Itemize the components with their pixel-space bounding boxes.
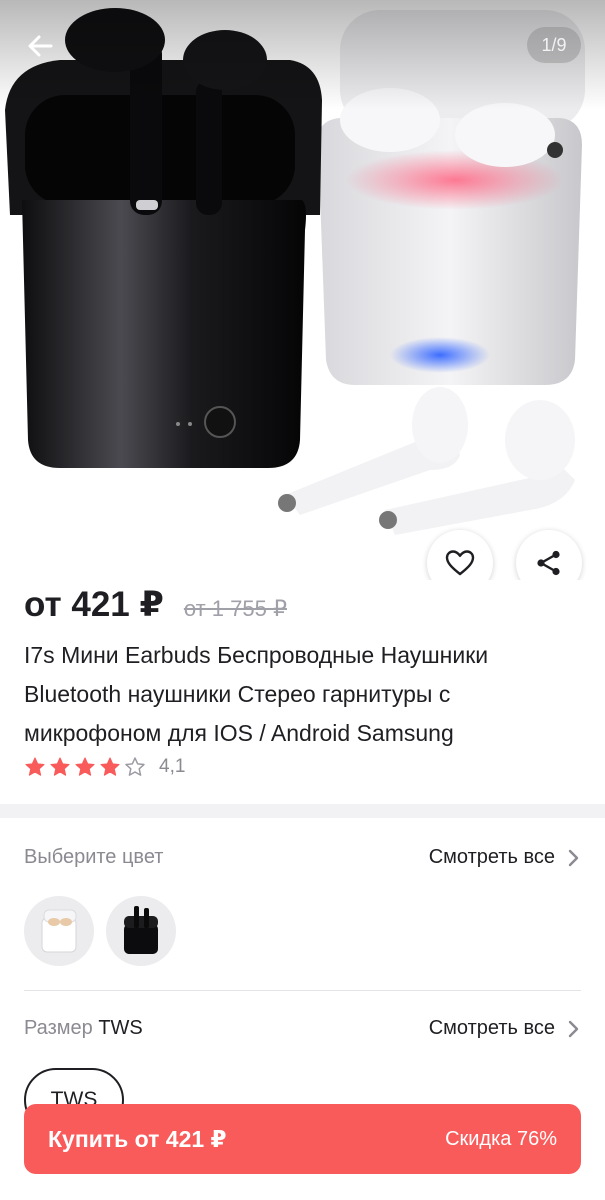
chevron-right-icon [567,849,579,867]
star-icon [50,757,70,776]
back-button[interactable] [16,24,64,68]
see-all-label: Смотреть все [428,846,555,868]
chevron-right-icon [567,1020,579,1038]
size-see-all-link[interactable]: Смотреть все [429,1017,579,1040]
product-rating[interactable]: 4,1 [24,756,185,778]
star-icon [100,757,120,776]
color-swatch-white[interactable] [24,896,94,966]
rating-stars [24,756,149,778]
color-swatch-black[interactable] [106,896,176,966]
size-label: Размер [24,1017,93,1039]
star-icon [125,757,145,776]
product-title: I7s Мини Earbuds Беспроводные Наушники B… [24,642,489,746]
section-separator [0,804,605,818]
gallery-counter: 1/9 [527,27,581,63]
black-earbuds-thumbnail [124,906,158,954]
color-see-all-link[interactable]: Смотреть все [429,846,579,869]
see-all-label: Смотреть все [428,1017,555,1039]
share-icon [537,550,560,576]
buy-button-label: Купить от 421 ₽ [48,1125,227,1152]
white-earbuds-thumbnail [41,909,77,953]
section-divider [24,990,581,991]
discount-label: Скидка 76% [445,1127,557,1150]
current-price: от 421 ₽ [24,585,164,624]
size-section-label: Размер TWS [24,1017,143,1040]
star-icon [25,757,45,776]
rating-value: 4,1 [159,756,186,777]
old-price: от 1 755 ₽ [183,596,287,621]
heart-icon [445,550,475,576]
arrow-left-icon [28,35,53,57]
star-icon [75,757,95,776]
size-selected-value: TWS [98,1017,143,1039]
color-section-label: Выберите цвет [24,846,164,868]
buy-button[interactable]: Купить от 421 ₽ Скидка 76% [24,1104,581,1174]
gallery-top-shade [0,0,605,110]
product-gallery[interactable]: 1/9 [0,0,605,580]
price-row: от 421 ₽ от 1 755 ₽ [24,585,287,625]
